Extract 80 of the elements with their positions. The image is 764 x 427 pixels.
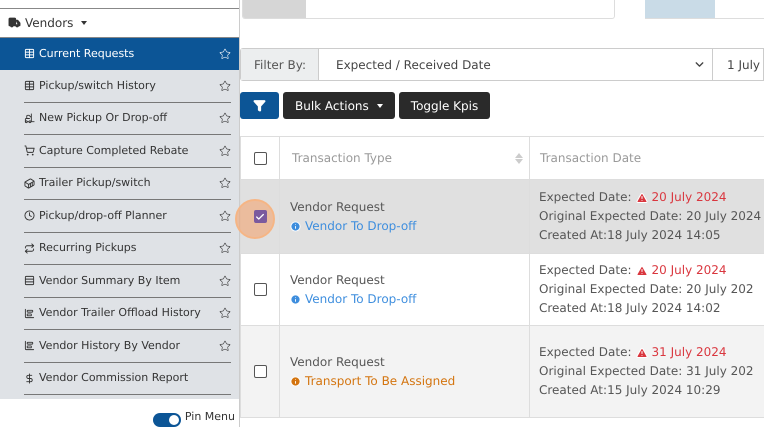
checkbox[interactable] bbox=[254, 365, 266, 378]
transaction-type: Vendor Request bbox=[290, 198, 386, 216]
sidebar-item[interactable]: Vendor Trailer Offload History bbox=[0, 298, 239, 330]
sort-icon bbox=[515, 152, 523, 164]
caret-icon bbox=[376, 104, 383, 108]
sidebar-item[interactable]: Vendor Summary By Item bbox=[0, 265, 239, 298]
sidebar-item[interactable]: Vendor History By Vendor bbox=[0, 330, 239, 362]
sidebar-item[interactable]: Pickup/switch History bbox=[0, 70, 239, 102]
sidebar-item[interactable]: Trailer Pickup/switch bbox=[0, 168, 239, 200]
sidebar-item[interactable]: Pickup/drop-off Planner bbox=[0, 200, 239, 232]
bar-chart-icon bbox=[24, 308, 35, 319]
sidebar-item[interactable]: Current Requests bbox=[0, 38, 239, 70]
rows-icon bbox=[24, 275, 35, 286]
item-label: Capture Completed Rebate bbox=[39, 142, 190, 158]
transaction-type: Vendor Request bbox=[290, 272, 386, 288]
item-label: New Pickup Or Drop-off bbox=[39, 110, 168, 126]
clock-icon bbox=[24, 210, 35, 222]
item-label: Current Requests bbox=[39, 46, 136, 62]
star-icon[interactable] bbox=[219, 80, 231, 92]
item-label: Trailer Pickup/switch bbox=[39, 175, 152, 191]
star-icon[interactable] bbox=[219, 210, 231, 222]
star-icon[interactable] bbox=[219, 274, 231, 287]
warning-icon bbox=[636, 192, 648, 204]
original-date: Original Expected Date: 20 July 202 bbox=[539, 281, 755, 298]
star-icon[interactable] bbox=[219, 144, 231, 157]
expected-date-label: Expected Date: bbox=[539, 189, 632, 206]
item-label: Pickup/drop-off Planner bbox=[39, 208, 168, 224]
item-label: Pickup/switch History bbox=[39, 78, 157, 94]
status-label: Vendor To Drop-off bbox=[290, 290, 529, 308]
table-row[interactable]: Vendor Request Vendor To Drop-off Expected Date: 20 July 2024 Original Expected Date: 20 July 202 Created At:18 July 2024 14:02 bbox=[241, 254, 764, 326]
original-date: Original Expected Date: 31 July 202 bbox=[539, 363, 755, 380]
expected-date: 31 July 2024 bbox=[652, 344, 727, 361]
created-at: Created At:18 July 2024 14:05 bbox=[539, 227, 722, 244]
star-icon[interactable] bbox=[219, 340, 231, 352]
checkbox[interactable] bbox=[254, 283, 266, 296]
star-icon[interactable] bbox=[219, 177, 231, 190]
caret-icon bbox=[81, 20, 88, 25]
sidebar-item[interactable]: Capture Completed Rebate bbox=[0, 135, 239, 168]
filter-button[interactable] bbox=[240, 92, 279, 119]
status-label: Transport To Be Assigned bbox=[290, 372, 529, 390]
section-label: Vendors bbox=[25, 14, 74, 32]
expected-date-label: Expected Date: bbox=[539, 344, 632, 361]
filter-icon bbox=[253, 99, 266, 112]
transaction-type: Vendor Request bbox=[290, 354, 386, 370]
status-label: Vendor To Drop-off bbox=[290, 216, 529, 236]
created-at: Created At:15 July 2024 10:29 bbox=[539, 382, 722, 399]
table-icon bbox=[24, 80, 35, 92]
item-label: Vendor Summary By Item bbox=[39, 272, 182, 288]
dollar-icon bbox=[24, 372, 35, 384]
item-label: Vendor Trailer Offload History bbox=[39, 305, 202, 321]
item-label: Recurring Pickups bbox=[39, 240, 138, 256]
pin-menu-label: Pin Menu bbox=[184, 411, 235, 423]
repeat-icon bbox=[24, 242, 35, 254]
item-label: Vendor Commission Report bbox=[39, 370, 190, 386]
sidebar-item[interactable]: Recurring Pickups bbox=[0, 232, 239, 265]
star-icon[interactable] bbox=[219, 112, 231, 124]
bar-chart-icon bbox=[24, 340, 35, 352]
table-icon bbox=[24, 48, 35, 60]
checkbox[interactable] bbox=[254, 210, 266, 223]
original-date: Original Expected Date: 20 July 2024 bbox=[539, 208, 762, 225]
toggle-kpis-button[interactable]: Toggle Kpis bbox=[398, 92, 490, 119]
truck-icon bbox=[8, 16, 21, 30]
warning-icon bbox=[636, 264, 648, 276]
sidebar-item[interactable]: Vendor Commission Report bbox=[0, 362, 239, 395]
checkbox[interactable] bbox=[254, 152, 266, 164]
item-label: Vendor History By Vendor bbox=[39, 338, 181, 354]
created-at: Created At:18 July 2024 14:02 bbox=[539, 300, 722, 317]
star-icon[interactable] bbox=[219, 307, 231, 320]
pin-menu-toggle[interactable] bbox=[152, 413, 181, 427]
sidebar-item[interactable]: New Pickup Or Drop-off bbox=[0, 102, 239, 135]
expected-date: 20 July 2024 bbox=[652, 262, 727, 279]
table-row[interactable]: Vendor Request Transport To Be Assigned Expected Date: 31 July 2024 Original Expected Date: 31 July 202 Created At:15 July 2024 10:29 bbox=[241, 326, 764, 418]
cart-icon bbox=[24, 145, 35, 156]
forklift-icon bbox=[24, 112, 35, 124]
table-row[interactable]: Vendor Request Vendor To Drop-off Expected Date: 20 July 2024 Original Expected Date: 20 July 2024 Created At:18 July 2024 14:05 bbox=[241, 180, 764, 254]
star-icon[interactable] bbox=[219, 242, 231, 254]
bulk-actions-button[interactable]: Bulk Actions bbox=[283, 92, 395, 119]
warning-icon bbox=[636, 346, 648, 358]
expected-date-label: Expected Date: bbox=[539, 262, 632, 279]
expected-date: 20 July 2024 bbox=[652, 189, 727, 206]
